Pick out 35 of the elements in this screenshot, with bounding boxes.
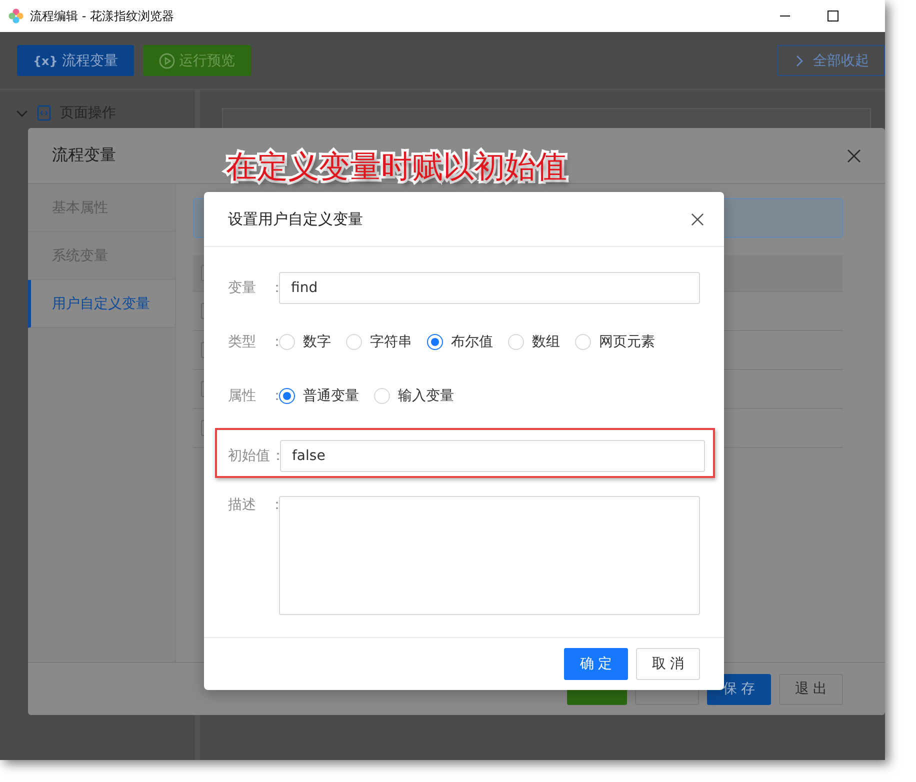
colon: ： bbox=[270, 279, 279, 297]
radio-option[interactable]: 普通变量 bbox=[279, 387, 359, 405]
radio-option[interactable]: 网页元素 bbox=[575, 333, 655, 351]
textarea-field[interactable] bbox=[279, 496, 700, 615]
radio-option[interactable]: 数组 bbox=[508, 333, 560, 351]
colon: ： bbox=[271, 447, 280, 465]
field-label: 描述 bbox=[228, 496, 257, 514]
close-icon[interactable] bbox=[691, 212, 704, 226]
cancel-button[interactable]: 取 消 bbox=[636, 648, 700, 680]
field-label: 初始值 bbox=[228, 447, 271, 465]
exit-button[interactable]: 退 出 bbox=[779, 674, 843, 704]
field-label: 属性 bbox=[228, 387, 257, 405]
radio-option[interactable]: 字符串 bbox=[346, 333, 412, 351]
colon: ： bbox=[270, 333, 279, 351]
field-label: 变量 bbox=[228, 279, 257, 297]
input-field[interactable]: find bbox=[279, 272, 700, 304]
colon: ： bbox=[270, 496, 279, 514]
variable-icon: {x} bbox=[33, 54, 58, 68]
colon: ： bbox=[270, 387, 279, 405]
annotation-text: 在定义变量时赋以初始值 bbox=[226, 148, 567, 187]
radio-option[interactable]: 布尔值 bbox=[427, 333, 493, 351]
play-circle-icon bbox=[158, 52, 175, 68]
dialog-title: 设置用户自定义变量 bbox=[228, 210, 363, 228]
radio-option[interactable]: 数字 bbox=[279, 333, 331, 351]
variables-button[interactable]: {x} 流程变量 bbox=[17, 45, 134, 76]
dialog-title: 流程变量 bbox=[52, 145, 116, 166]
window-title: 流程编辑 - 花漾指纹浏览器 bbox=[30, 8, 175, 24]
maximize-icon[interactable] bbox=[826, 9, 840, 23]
radio-option[interactable]: 输入变量 bbox=[374, 387, 454, 405]
close-icon[interactable] bbox=[847, 148, 861, 162]
code-file-icon bbox=[36, 105, 52, 121]
field-label: 类型 bbox=[228, 333, 257, 351]
flower-logo-icon bbox=[8, 8, 24, 24]
input-field[interactable]: false bbox=[280, 440, 705, 472]
confirm-button[interactable]: 确 定 bbox=[564, 648, 628, 680]
